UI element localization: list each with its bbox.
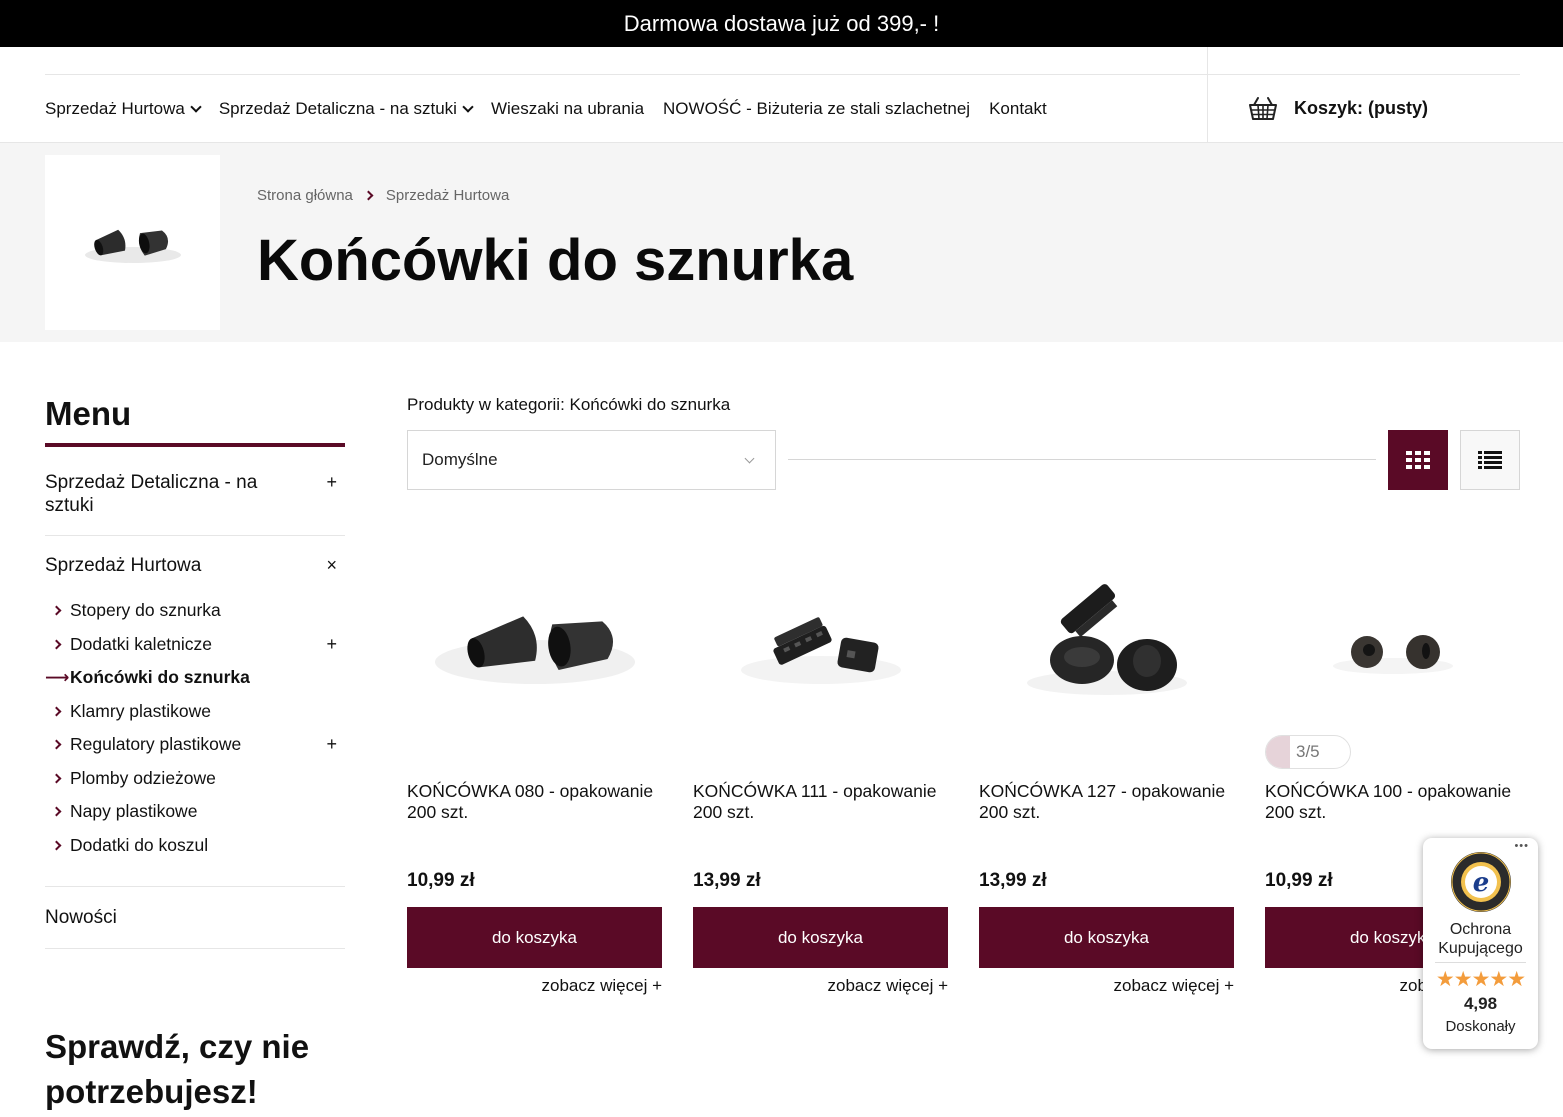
sidebar-subitem-cord-ends[interactable]: ⟶ Końcówki do sznurka	[45, 661, 345, 695]
product-image[interactable]	[979, 545, 1234, 735]
see-more-link[interactable]: zobacz więcej +	[828, 976, 948, 996]
product-image[interactable]	[693, 545, 948, 735]
nav-item-wholesale[interactable]: Sprzedaż Hurtowa	[45, 99, 202, 119]
more-options-icon[interactable]: •••	[1514, 840, 1529, 852]
chevron-right-icon	[51, 840, 62, 851]
sidebar-subitem-snaps[interactable]: Napy plastikowe	[45, 795, 345, 829]
logo-edge	[52, 40, 150, 47]
product-name[interactable]: KOŃCÓWKA 111 - opakowanie 200 szt.	[693, 781, 948, 823]
chevron-down-icon	[744, 453, 755, 464]
nav-item-retail[interactable]: Sprzedaż Detaliczna - na sztuki	[219, 99, 474, 119]
promo-heading: Sprawdź, czy nie potrzebujesz!	[45, 1028, 310, 1110]
free-shipping-bar: Darmowa dostawa już od 399,- !	[0, 0, 1563, 47]
product-listing: Produkty w kategorii: Końcówki do sznurk…	[407, 395, 1520, 995]
chevron-right-icon	[51, 806, 62, 817]
expand-icon[interactable]: +	[326, 734, 337, 755]
see-more-link[interactable]: zobacz więcej +	[542, 976, 662, 996]
trust-score: 4,98	[1463, 994, 1498, 1013]
add-to-cart-button[interactable]: do koszyka	[407, 907, 662, 968]
sidebar-category-retail: Sprzedaż Detaliczna - na sztuki +	[45, 447, 345, 536]
add-to-cart-button[interactable]: do koszyka	[979, 907, 1234, 968]
page-title: Końcówki do sznurka	[257, 228, 854, 293]
trust-grade: Doskonały	[1445, 1018, 1516, 1035]
grid-view-icon	[1406, 451, 1430, 469]
product-name[interactable]: KOŃCÓWKA 080 - opakowanie 200 szt.	[407, 781, 662, 823]
sidebar-category-new: Nowości	[45, 887, 345, 949]
sidebar-subitem-shirt-accessories[interactable]: Dodatki do koszul	[45, 829, 345, 863]
product-name[interactable]: KOŃCÓWKA 100 - opakowanie 200 szt.	[1265, 781, 1520, 823]
sidebar-subitem-bag-accessories[interactable]: Dodatki kaletnicze +	[45, 628, 345, 662]
product-card: KOŃCÓWKA 127 - opakowanie 200 szt. 13,99…	[979, 545, 1234, 995]
sidebar-subitem-plastic-adjusters[interactable]: Regulatory plastikowe +	[45, 728, 345, 762]
breadcrumb-home[interactable]: Strona główna	[257, 187, 353, 204]
category-heading: Produkty w kategorii: Końcówki do sznurk…	[407, 395, 731, 414]
chevron-right-icon	[51, 639, 62, 650]
sidebar-category-wholesale: Sprzedaż Hurtowa × Stopery do sznurka Do…	[45, 536, 345, 887]
product-price: 13,99 zł	[979, 870, 1047, 891]
product-card: 3/5 KOŃCÓWKA 100 - opakowanie 200 szt. 1…	[1265, 545, 1520, 995]
cart-label: Koszyk: (pusty)	[1294, 97, 1429, 118]
nav-item-jewelry[interactable]: NOWOŚĆ - Biżuteria ze stali szlachetnej	[663, 99, 970, 119]
collapse-icon[interactable]: ×	[326, 556, 337, 574]
list-view-icon	[1478, 451, 1502, 469]
product-card: KOŃCÓWKA 111 - opakowanie 200 szt. 13,99…	[693, 545, 948, 995]
see-more-link[interactable]: zobacz więcej +	[1114, 976, 1234, 996]
chevron-right-icon	[363, 190, 374, 201]
list-view-button[interactable]	[1460, 430, 1520, 490]
sidebar-menu: Menu Sprzedaż Detaliczna - na sztuki + S…	[45, 395, 345, 949]
sort-select[interactable]: Domyślne	[407, 430, 776, 490]
chevron-down-icon	[462, 101, 474, 113]
product-card: KOŃCÓWKA 080 - opakowanie 200 szt. 10,99…	[407, 545, 662, 995]
sidebar-category-label[interactable]: Nowości	[45, 906, 295, 929]
cart-button[interactable]: Koszyk: (pusty)	[1249, 95, 1428, 121]
nav-item-contact[interactable]: Kontakt	[989, 99, 1047, 119]
sidebar-category-label[interactable]: Sprzedaż Hurtowa	[45, 554, 295, 577]
free-shipping-text: Darmowa dostawa już od 399,- !	[623, 10, 940, 36]
arrow-right-icon: ⟶	[45, 667, 70, 687]
chevron-down-icon	[190, 101, 202, 113]
chevron-right-icon	[51, 773, 62, 784]
breadcrumb-wholesale[interactable]: Sprzedaż Hurtowa	[386, 187, 509, 204]
expand-icon[interactable]: +	[326, 473, 337, 491]
sidebar-subitem-plastic-buckles[interactable]: Klamry plastikowe	[45, 695, 345, 729]
chevron-right-icon	[51, 605, 62, 616]
grid-view-button[interactable]	[1388, 430, 1448, 490]
menu-title: Menu	[45, 395, 132, 432]
sidebar-category-label[interactable]: Sprzedaż Detaliczna - na sztuki	[45, 471, 295, 517]
trust-label: Ochrona Kupującego	[1438, 921, 1523, 957]
image-counter-badge: 3/5	[1265, 735, 1351, 769]
product-price: 10,99 zł	[1265, 870, 1333, 891]
product-price: 13,99 zł	[693, 870, 761, 891]
trust-seal-icon: e	[1451, 852, 1511, 912]
svg-text:e: e	[1473, 868, 1490, 898]
expand-icon[interactable]: +	[326, 634, 337, 655]
breadcrumb: Strona główna Sprzedaż Hurtowa	[257, 187, 509, 204]
nav-item-hangers[interactable]: Wieszaki na ubrania	[491, 99, 644, 119]
category-hero: Strona główna Sprzedaż Hurtowa Końcówki …	[0, 143, 1563, 342]
basket-icon	[1249, 97, 1277, 120]
product-price: 10,99 zł	[407, 870, 475, 891]
category-image	[45, 155, 220, 330]
star-rating-icon: ★★★★★	[1435, 968, 1526, 991]
sidebar-subitem-stoppers[interactable]: Stopery do sznurka	[45, 594, 345, 628]
product-image[interactable]	[1265, 545, 1520, 735]
chevron-right-icon	[51, 706, 62, 717]
trust-badge-widget[interactable]: ••• e Ochrona Kupującego ★★★★★ 4,98 Dosk…	[1423, 838, 1538, 1049]
chevron-right-icon	[51, 739, 62, 750]
sort-value: Domyślne	[422, 450, 498, 469]
add-to-cart-button[interactable]: do koszyka	[693, 907, 948, 968]
sidebar-subcategory-list: Stopery do sznurka Dodatki kaletnicze + …	[45, 594, 345, 862]
product-name[interactable]: KOŃCÓWKA 127 - opakowanie 200 szt.	[979, 781, 1234, 823]
main-nav: Sprzedaż Hurtowa Sprzedaż Detaliczna - n…	[45, 99, 1066, 119]
site-header: Sprzedaż Hurtowa Sprzedaż Detaliczna - n…	[0, 47, 1563, 143]
product-image[interactable]	[407, 545, 662, 735]
sidebar-subitem-seals[interactable]: Plomby odzieżowe	[45, 762, 345, 796]
